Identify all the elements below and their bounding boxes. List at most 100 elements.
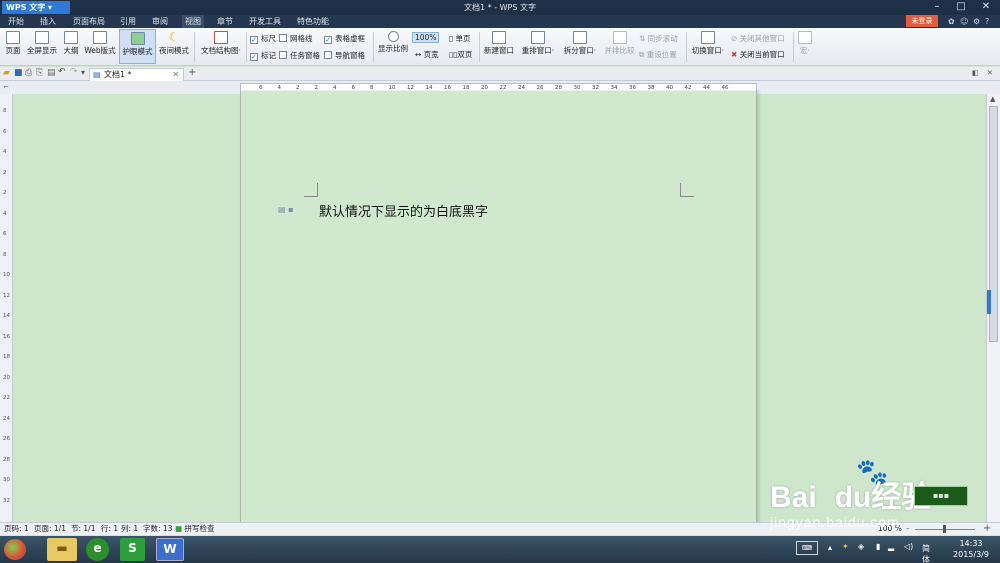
menu-developer[interactable]: 开发工具 [249,15,281,28]
input-language[interactable]: 简体 [922,543,930,563]
switch-window-icon [701,31,715,44]
skin-icon[interactable]: ✿ [948,16,955,27]
print-preview-icon[interactable]: ⎘ [36,68,43,78]
document-canvas[interactable]: ▤ ▪ 默认情况下显示的为白底黑字 [13,91,986,524]
vertical-scrollbar[interactable]: ▲ [986,94,1000,534]
vruler-number: 26 [3,436,10,442]
network-icon[interactable]: ▂ [888,542,894,551]
zoom-out-icon[interactable]: – [906,523,910,535]
print-icon[interactable]: ⎙ [25,68,32,78]
arrange-window-button[interactable]: 重排窗口· [519,29,557,64]
zoom-percent[interactable]: 100 % [878,523,902,535]
ruler-toggle-icon[interactable]: ⌐ [3,83,9,91]
status-col[interactable]: 列: 1 [121,523,138,535]
close-doc-icon[interactable]: ✕ [987,69,993,77]
status-section[interactable]: 节: 1/1 [71,523,95,535]
save-icon[interactable]: ■ [14,68,23,78]
side-by-side-button[interactable]: 并排比较 [603,29,636,64]
gridlines-checkbox[interactable]: 网格线 [279,33,313,44]
open-icon[interactable]: ▰ [3,68,10,78]
vruler-number: 4 [3,210,7,217]
status-page-code[interactable]: 页码: 1 [4,523,29,535]
undo-icon[interactable]: ↶ [58,67,66,77]
close-current-window-button[interactable]: ✖ 关闭当前窗口 [731,49,785,60]
battery-icon[interactable]: ▮ [876,542,880,551]
view-outline-button[interactable]: 大纲 [61,29,81,64]
paragraph-handle-icon[interactable]: ▤ ▪ [278,205,294,214]
start-button[interactable] [4,539,26,560]
sync-scroll-button[interactable]: ⇅ 同步滚动 [639,33,678,44]
view-eye-care-button[interactable]: 护眼模式 [119,29,156,64]
split-window-button[interactable]: 拆分窗口· [560,29,600,64]
new-tab-button[interactable]: + [188,67,196,78]
doc-map-button[interactable]: 文档结构图· [198,29,244,64]
status-words[interactable]: 字数: 13 [143,523,172,535]
login-button[interactable]: 未登录 [906,15,938,27]
reset-position-button[interactable]: ⧉ 重设位置 [639,49,677,60]
status-row[interactable]: 行: 1 [101,523,118,535]
task-pane-checkbox[interactable]: 任务窗格 [279,50,320,61]
close-tab-icon[interactable]: ✕ [172,69,179,81]
vertical-ruler[interactable]: 8 6 4 2 2 4 6 8 10 12 14 16 18 20 22 24 26 28 30 32 [0,94,13,522]
menu-home[interactable]: 开始 [8,15,24,28]
split-icon [573,31,587,44]
document-page[interactable]: ▤ ▪ 默认情况下显示的为白底黑字 [240,91,757,524]
restore-doc-icon[interactable]: ◧ [972,69,979,77]
help-icon[interactable]: ? [985,16,989,27]
view-page-button[interactable]: 页面 [2,29,24,64]
nav-pane-checkbox[interactable]: 导航窗格 [324,50,365,61]
page-width-button[interactable]: ↔ 页宽 [415,49,439,60]
markup-checkbox[interactable]: ✓ 标记 [250,50,276,61]
more-icon[interactable]: ▾ [81,68,85,77]
vruler-number: 4 [3,149,7,155]
menu-chapter[interactable]: 章节 [217,15,233,28]
taskbar-wps-spreadsheet[interactable]: S [120,538,145,561]
keyboard-icon[interactable]: ⌨ [796,541,818,555]
menu-insert[interactable]: 插入 [40,15,56,28]
zoom-button[interactable]: 显示比例 [376,29,410,64]
vruler-number: 20 [3,374,10,381]
view-web-button[interactable]: Web版式 [83,29,117,64]
scroll-marker [987,290,991,314]
scroll-up-icon[interactable]: ▲ [990,95,995,103]
arrange-icon [531,31,545,44]
zoom-in-icon[interactable]: + [983,523,991,535]
status-pages[interactable]: 页面: 1/1 [34,523,66,535]
macro-button[interactable]: 宏· [796,29,814,64]
ruler-checkbox[interactable]: ✓ 标尺 [250,33,276,44]
settings-icon[interactable]: ⚙ [973,16,980,27]
single-page-button[interactable]: ▯ 单页 [449,33,471,44]
feedback-icon[interactable]: ☺ [960,16,968,27]
taskbar-folder[interactable]: ▬ [47,538,77,561]
switch-window-button[interactable]: 切换窗口· [689,29,727,64]
tab-document[interactable]: ▤ 文档1 * ✕ [89,68,184,81]
tray-expand-icon[interactable]: ▴ [828,543,832,552]
taskbar-ie[interactable]: e [86,538,109,561]
menu-references[interactable]: 引用 [120,15,136,28]
menu-review[interactable]: 审阅 [152,15,168,28]
zoom-100-button[interactable]: 100% [412,32,440,43]
table-gridlines-checkbox[interactable]: ✓ 表格虚框 [324,33,365,44]
double-page-button[interactable]: ▯▯双页 [449,49,472,60]
close-other-windows-button[interactable]: ⊘ 关闭其他窗口 [731,33,785,44]
spell-check-toggle[interactable]: ■ 拼写检查 [175,523,214,535]
minimize-button[interactable]: – [926,0,948,15]
view-fullscreen-button[interactable]: 全屏显示 [25,29,59,64]
document-text[interactable]: 默认情况下显示的为白底黑字 [319,201,488,220]
tray-app-icon[interactable]: ✦ [842,542,849,551]
close-button[interactable]: ✕ [975,0,997,15]
format-painter-icon[interactable]: ▤ [47,68,56,78]
redo-icon[interactable]: ↷ [70,67,78,77]
tray-app2-icon[interactable]: ◈ [858,542,864,551]
zoom-slider-thumb[interactable] [943,525,946,533]
menu-view[interactable]: 视图 [182,15,204,28]
menu-page-layout[interactable]: 页面布局 [73,15,105,28]
clock[interactable]: 14:33 2015/3/9 [944,538,998,560]
menu-special[interactable]: 特色功能 [297,15,329,28]
taskbar-wps-writer[interactable]: W [156,538,184,561]
new-window-button[interactable]: 新建窗口 [482,29,516,64]
volume-icon[interactable]: ◁) [904,542,913,551]
maximize-button[interactable]: □ [950,0,972,15]
view-night-button[interactable]: ☾ 夜间模式 [157,29,191,64]
zoom-icon [387,31,399,42]
